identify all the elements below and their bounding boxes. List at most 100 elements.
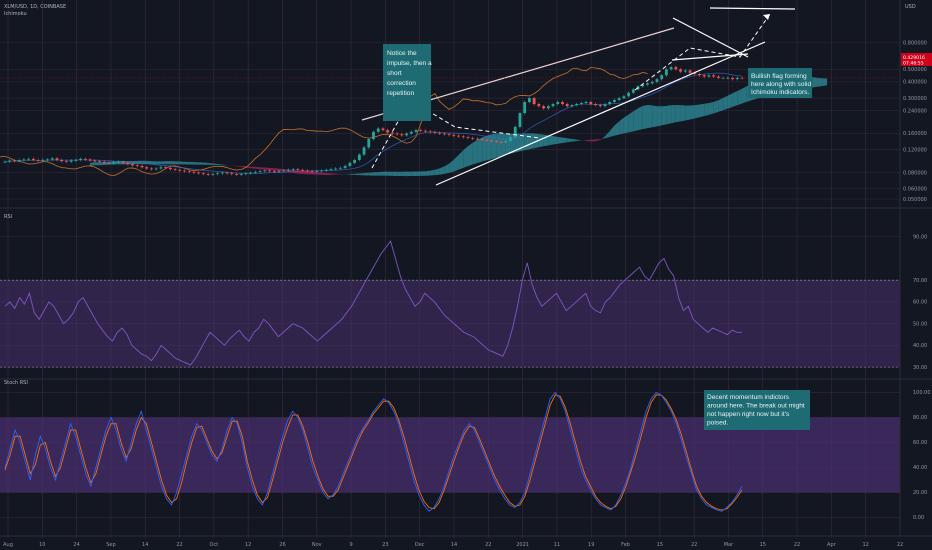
candle-body [154, 168, 158, 170]
note-momentum[interactable]: Decent momentum indictors around here. T… [704, 390, 810, 430]
chart-root: 0.800000 0.500000 0.400000 0.300000 0.240000… [0, 0, 932, 550]
cloud-segment [642, 104, 648, 130]
candle-body [575, 104, 579, 106]
cloud-segment [590, 139, 596, 142]
candle-body [688, 70, 692, 73]
candle-body [650, 81, 654, 84]
cloud-segment [486, 134, 492, 161]
x-tick-label: 22 [485, 542, 491, 548]
candle-body [230, 173, 234, 175]
candle-body [598, 105, 602, 107]
cloud-segment [628, 111, 634, 133]
candle-body [135, 165, 139, 167]
price-tick-label: 0.300000 [903, 96, 927, 102]
candle-body [197, 172, 201, 174]
note-momentum-line-3: not happen right now but it's [707, 411, 790, 418]
candle-body [173, 169, 177, 170]
note-flag-line-2: here along with solid [751, 81, 811, 88]
cloud-segment [822, 78, 828, 86]
candle-body [523, 101, 527, 114]
candle-body [225, 172, 229, 174]
candle-body [494, 141, 498, 142]
candle-body [499, 141, 503, 143]
candle-body [381, 128, 385, 131]
stoch-rsi-title: Stoch RSI [4, 380, 28, 386]
candle-body [660, 75, 664, 80]
note-impulse-line-1: Notice the [387, 50, 417, 57]
candle-body [296, 169, 300, 170]
x-tick-label: 14 [451, 542, 457, 548]
stoch-tick-label: 20.00 [913, 490, 927, 496]
candle-body [537, 104, 541, 107]
cloud-segment [406, 171, 412, 177]
cloud-segment [723, 95, 728, 111]
candle-body [551, 104, 555, 107]
candle-body [476, 138, 479, 140]
candle-body [272, 171, 276, 172]
rsi-tick-label: 70.00 [913, 278, 927, 284]
candle-body [244, 173, 248, 175]
cloud-segment [354, 173, 360, 176]
candle-body [527, 98, 531, 102]
candle-body [669, 67, 673, 70]
cloud-segment [742, 86, 747, 104]
candle-body [646, 83, 649, 85]
cloud-segment [364, 172, 369, 176]
candle-body [561, 101, 564, 105]
cloud-segment [156, 161, 161, 165]
note-impulse[interactable]: Notice the impulse, then a short correct… [383, 44, 432, 121]
candle-body [471, 137, 475, 139]
candle-body [268, 170, 271, 172]
candle-body [424, 130, 427, 132]
candle-body [291, 169, 295, 170]
cloud-segment [694, 104, 700, 119]
candle-body [41, 160, 45, 161]
candle-body [220, 172, 224, 174]
candle-body [116, 161, 120, 163]
candle-body [13, 160, 16, 162]
candle-body [716, 76, 720, 78]
note-flag-line-1: Bullish flag forming [751, 73, 807, 80]
cloud-segment [529, 133, 535, 150]
note-flag[interactable]: Bullish flag forming here along with sol… [748, 68, 812, 98]
cloud-segment [505, 133, 511, 155]
candle-body [83, 158, 87, 160]
x-tick-label: Oct [210, 542, 219, 548]
candle-body [466, 137, 470, 138]
current-price-tag: 0.429016 07:46:55 [901, 53, 932, 67]
price-tick-label: 0.120000 [903, 147, 927, 153]
candle-body [277, 171, 281, 172]
rsi-band [0, 280, 900, 368]
candle-body [608, 101, 612, 105]
candle-body [617, 98, 621, 101]
candle-body [334, 168, 338, 170]
candle-body [707, 75, 711, 77]
cloud-segment [812, 77, 818, 88]
cloud-segment [316, 172, 322, 175]
candle-body [461, 136, 465, 138]
candle-body [655, 79, 659, 82]
cloud-segment [264, 167, 270, 171]
candle-body [320, 170, 323, 172]
candle-body [282, 170, 286, 172]
cloud-segment [652, 105, 657, 128]
candle-body [584, 101, 588, 104]
x-tick-label: Aug [3, 542, 13, 548]
note-impulse-line-5: repetition [387, 90, 414, 97]
candle-body [457, 135, 460, 137]
candle-body [372, 131, 375, 140]
candle-body [542, 106, 545, 109]
candle-body [565, 104, 569, 107]
candle-body [556, 101, 560, 105]
cloud-segment [699, 103, 705, 118]
candle-body [263, 170, 267, 172]
cloud-segment [179, 161, 185, 165]
candle-body [55, 158, 59, 161]
candle-body [438, 132, 442, 134]
x-tick-label: 10 [39, 542, 45, 548]
stoch-tick-label: 100.00 [913, 390, 931, 396]
candle-body [631, 89, 635, 93]
note-impulse-line-4: correction [387, 80, 416, 87]
x-tick-label: 2021 [516, 542, 529, 548]
cloud-segment [501, 133, 506, 157]
